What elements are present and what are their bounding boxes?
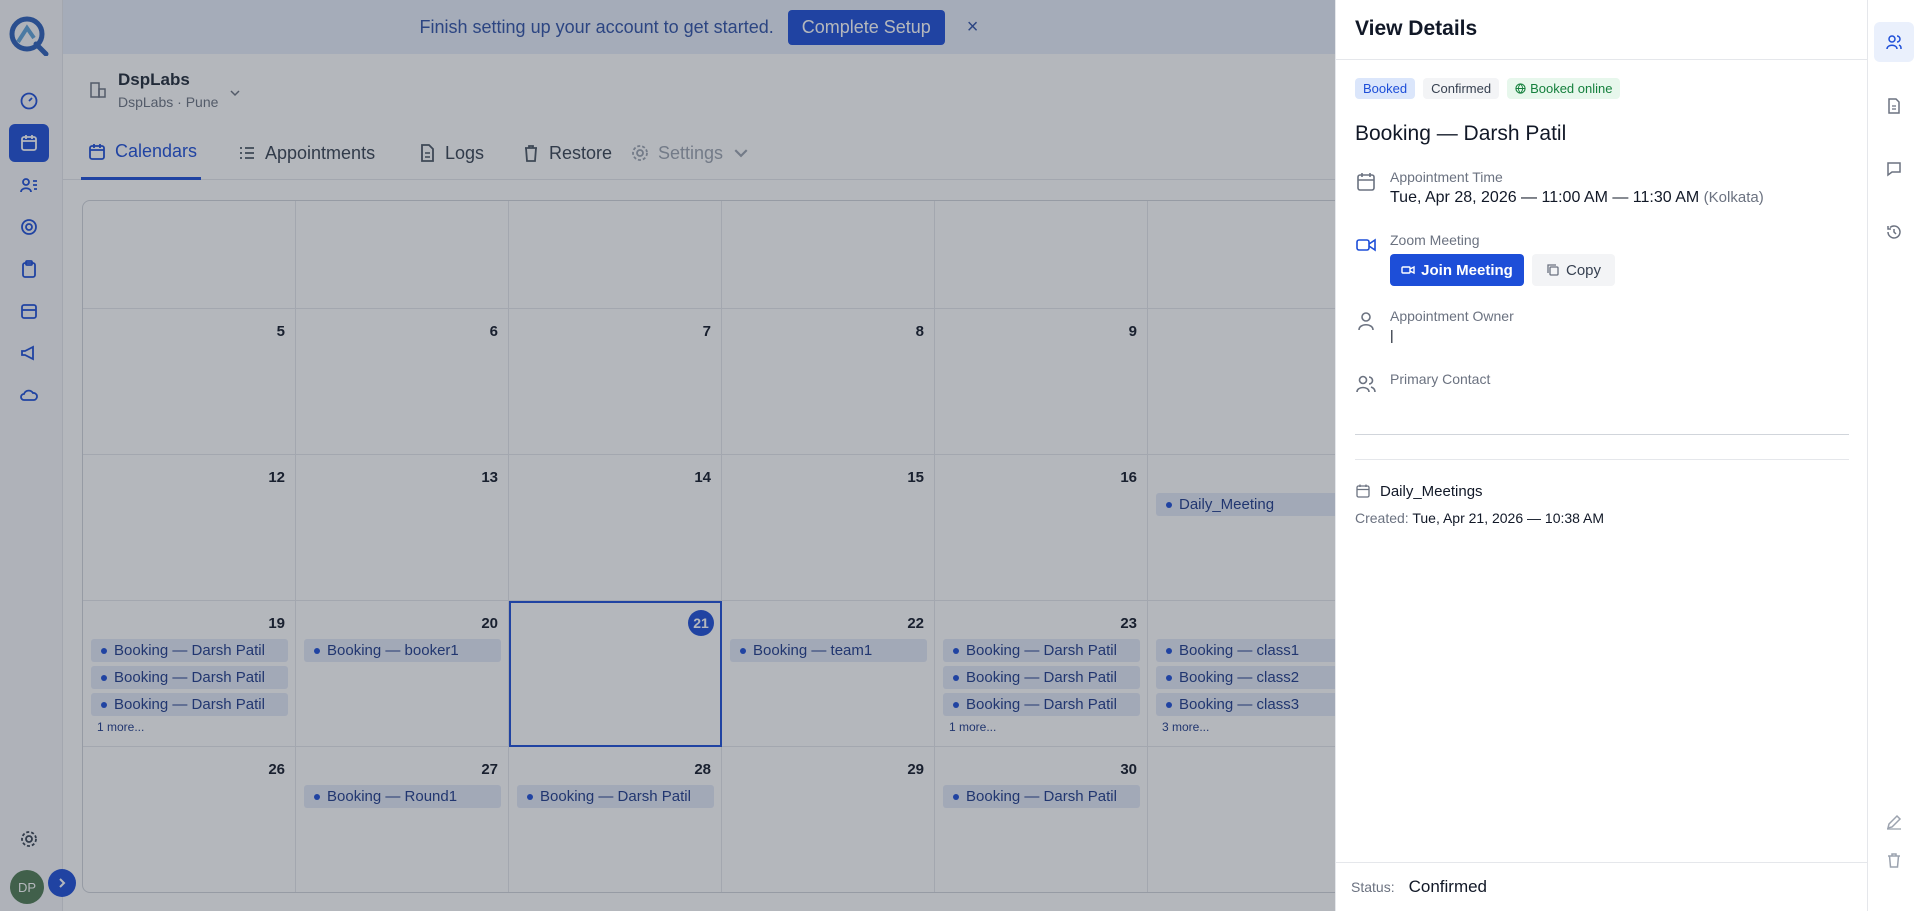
notes-document-icon[interactable]	[1874, 86, 1914, 126]
owner-value[interactable]: |	[1390, 327, 1394, 343]
status-row: Status: Confirmed	[1336, 862, 1868, 911]
calendar-small-icon	[1356, 484, 1370, 498]
drawer-title: View Details	[1355, 17, 1478, 40]
history-icon[interactable]	[1874, 212, 1914, 252]
created-value: Tue, Apr 21, 2026 — 10:38 AM	[1412, 510, 1605, 526]
booked-online-label: Booked online	[1530, 81, 1613, 96]
booking-title: Booking — Darsh Patil	[1355, 122, 1567, 145]
join-meeting-label: Join Meeting	[1421, 261, 1513, 279]
created-label: Created:	[1355, 510, 1409, 526]
users-icon	[1356, 375, 1376, 393]
details-user-icon[interactable]	[1874, 22, 1914, 62]
calendar-name: Daily_Meetings	[1380, 483, 1483, 500]
delete-icon[interactable]	[1874, 840, 1914, 880]
booked-badge: Booked	[1355, 78, 1416, 99]
video-camera-icon	[1356, 238, 1376, 252]
user-icon	[1358, 312, 1374, 331]
timezone: (Kolkata)	[1703, 189, 1764, 206]
status-value[interactable]: Confirmed	[1409, 877, 1487, 897]
primary-contact-label: Primary Contact	[1390, 371, 1491, 387]
view-details-drawer: View Details Booked Confirmed Booked onl…	[1335, 0, 1868, 911]
join-meeting-button[interactable]: Join Meeting	[1390, 254, 1524, 286]
created-info: Created: Tue, Apr 21, 2026 — 10:38 AM	[1355, 510, 1604, 526]
appointment-time-text: Tue, Apr 28, 2026 — 11:00 AM — 11:30 AM	[1390, 189, 1700, 206]
copy-label: Copy	[1565, 261, 1602, 279]
appointment-time-label: Appointment Time	[1390, 169, 1503, 185]
booked-online-badge: Booked online	[1507, 78, 1621, 99]
divider	[1355, 459, 1849, 460]
edit-icon[interactable]	[1874, 802, 1914, 842]
chat-icon[interactable]	[1874, 149, 1914, 189]
divider	[1355, 434, 1849, 435]
drawer-side-rail	[1867, 0, 1919, 911]
globe-icon	[1515, 83, 1526, 94]
meeting-label: Zoom Meeting	[1390, 232, 1480, 248]
copy-icon	[1547, 264, 1559, 276]
owner-label: Appointment Owner	[1390, 308, 1514, 324]
divider	[1336, 59, 1868, 60]
confirmed-badge: Confirmed	[1423, 78, 1500, 99]
video-icon	[1401, 265, 1415, 275]
status-badges: Booked Confirmed Booked online	[1355, 78, 1621, 99]
calendar-icon	[1357, 173, 1375, 191]
modal-overlay[interactable]	[0, 0, 1335, 911]
appointment-time-value: Tue, Apr 28, 2026 — 11:00 AM — 11:30 AM …	[1390, 189, 1764, 207]
copy-link-button[interactable]: Copy	[1532, 254, 1615, 286]
status-label: Status:	[1351, 879, 1395, 895]
